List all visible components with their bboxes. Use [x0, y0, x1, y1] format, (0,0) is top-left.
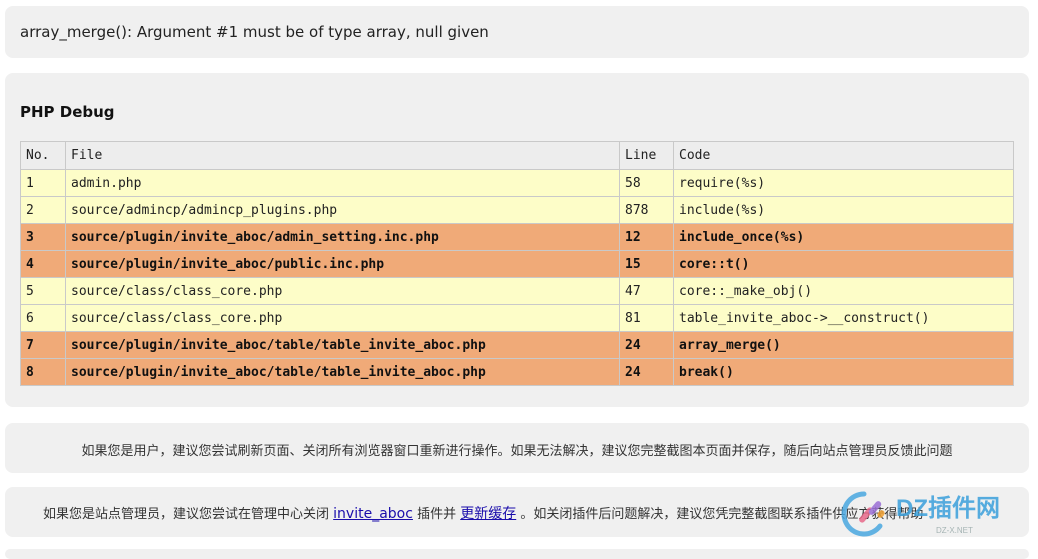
cell-code: require(%s) [673, 169, 1014, 197]
debug-title: PHP Debug [20, 103, 115, 121]
admin-tip-middle: 插件并 [417, 507, 457, 522]
cell-no: 1 [20, 169, 66, 197]
header-no: No. [20, 141, 66, 170]
cell-line: 12 [619, 223, 674, 251]
table-row: 7 source/plugin/invite_aboc/table/table_i… [20, 331, 1014, 359]
cell-no: 4 [20, 250, 66, 278]
admin-tip-prefix: 如果您是站点管理员，建议您尝试在管理中心关闭 [43, 507, 330, 522]
table-row: 6 source/class/class_core.php 81 table_invi… [20, 304, 1014, 332]
table-row: 4 source/plugin/invite_aboc/public.inc.ph… [20, 250, 1014, 278]
next-panel-edge [5, 549, 1029, 559]
dz-watermark-logo: DZ插件网 DZ-X.NET [841, 491, 1000, 537]
cell-line: 878 [619, 196, 674, 224]
watermark-brand: DZ插件网 [896, 495, 1000, 522]
header-code: Code [673, 141, 1014, 170]
cell-line: 15 [619, 250, 674, 278]
table-row: 5 source/class/class_core.php 47 core::_mak… [20, 277, 1014, 305]
error-message-panel: array_merge(): Argument #1 must be of ty… [5, 6, 1029, 58]
user-tip-text: 如果您是用户，建议您尝试刷新页面、关闭所有浏览器窗口重新进行操作。如果无法解决，… [81, 444, 953, 459]
cell-line: 24 [619, 331, 674, 359]
cell-code: table_invite_aboc->__construct() [673, 304, 1014, 332]
table-row: 8 source/plugin/invite_aboc/table/table_i… [20, 358, 1014, 386]
cell-line: 24 [619, 358, 674, 386]
cell-line: 81 [619, 304, 674, 332]
cell-no: 6 [20, 304, 66, 332]
header-line: Line [619, 141, 674, 170]
cell-code: include_once(%s) [673, 223, 1014, 251]
admin-tip-text: 如果您是站点管理员，建议您尝试在管理中心关闭 invite_aboc 插件并 更… [43, 503, 923, 523]
watermark-site: DZ-X.NET [936, 526, 973, 535]
dz-logo-icon [841, 491, 885, 537]
cell-code: core::_make_obj() [673, 277, 1014, 305]
cell-file: source/class/class_core.php [65, 277, 620, 305]
update-cache-link[interactable]: 更新缓存 [460, 506, 516, 522]
user-tip-panel: 如果您是用户，建议您尝试刷新页面、关闭所有浏览器窗口重新进行操作。如果无法解决，… [5, 423, 1029, 473]
cell-no: 5 [20, 277, 66, 305]
table-row: 2 source/admincp/admincp_plugins.php 878 in… [20, 196, 1014, 224]
cell-file: source/plugin/invite_aboc/table/table_in… [65, 331, 620, 359]
php-debug-panel: PHP Debug No. File Line Code 1 admin.php 5… [5, 73, 1029, 407]
cell-code: include(%s) [673, 196, 1014, 224]
cell-line: 47 [619, 277, 674, 305]
table-row: 1 admin.php 58 require(%s) [20, 169, 1014, 197]
table-row: 3 source/plugin/invite_aboc/admin_setting… [20, 223, 1014, 251]
cell-no: 2 [20, 196, 66, 224]
cell-code: break() [673, 358, 1014, 386]
cell-file: source/plugin/invite_aboc/table/table_in… [65, 358, 620, 386]
cell-no: 7 [20, 331, 66, 359]
cell-file: admin.php [65, 169, 620, 197]
plugin-link[interactable]: invite_aboc [333, 506, 413, 522]
cell-code: array_merge() [673, 331, 1014, 359]
cell-line: 58 [619, 169, 674, 197]
cell-file: source/class/class_core.php [65, 304, 620, 332]
cell-file: source/plugin/invite_aboc/public.inc.php [65, 250, 620, 278]
table-header-row: No. File Line Code [20, 141, 1014, 170]
cell-no: 8 [20, 358, 66, 386]
cell-file: source/admincp/admincp_plugins.php [65, 196, 620, 224]
header-file: File [65, 141, 620, 170]
cell-no: 3 [20, 223, 66, 251]
cell-file: source/plugin/invite_aboc/admin_setting.… [65, 223, 620, 251]
error-message: array_merge(): Argument #1 must be of ty… [20, 23, 489, 41]
stack-trace-table: No. File Line Code 1 admin.php 58 require(%… [20, 141, 1014, 386]
cell-code: core::t() [673, 250, 1014, 278]
